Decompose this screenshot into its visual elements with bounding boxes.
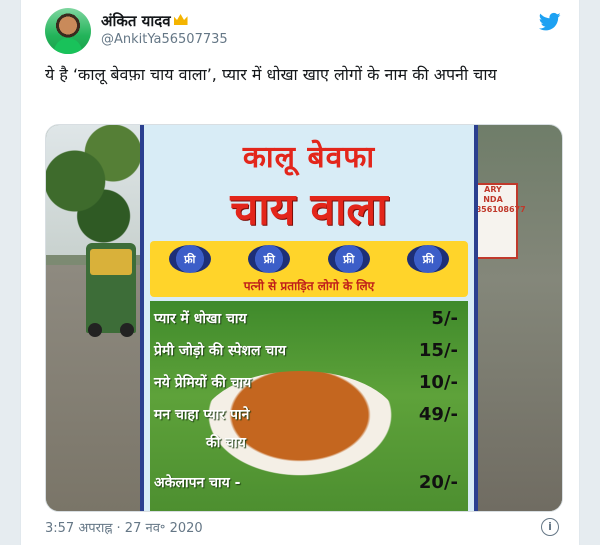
menu-item: प्रेमी जोड़ो की स्पेशल चाय 15/- bbox=[154, 339, 458, 361]
menu-item: मन चाहा प्यार पाने 49/- bbox=[154, 403, 458, 425]
photo-right-scene: ARY NDA 9856108677 bbox=[466, 125, 562, 511]
menu-item: अकेलापन चाय -20/- bbox=[154, 471, 458, 493]
banner-title-line2: चाय वाला bbox=[230, 184, 388, 235]
tweet-card: अंकित यादव @AnkitYa56507735 ये है ‘कालू … bbox=[20, 0, 580, 545]
tweet-header: अंकित यादव @AnkitYa56507735 bbox=[45, 8, 565, 54]
avatar[interactable] bbox=[45, 8, 91, 54]
menu-item: प्यार में धोखा चाय 5/- bbox=[154, 307, 458, 329]
crown-icon bbox=[173, 14, 188, 25]
menu-area: प्यार में धोखा चाय 5/- प्रेमी जोड़ो की स्… bbox=[150, 301, 468, 511]
author-handle[interactable]: @AnkitYa56507735 bbox=[101, 32, 228, 47]
banner-title-line1: कालू बेवफा bbox=[242, 140, 376, 175]
menu-item-continuation: की चाय bbox=[206, 435, 246, 451]
tweet-text: ये है ‘कालू बेवफ़ा चाय वाला’, प्यार में … bbox=[45, 65, 497, 84]
tweet-timestamp[interactable]: 3:57 अपराह्न · 27 नव॰ 2020 bbox=[45, 518, 203, 536]
free-badge: फ्री bbox=[407, 245, 450, 273]
free-badge: फ्री bbox=[168, 245, 211, 273]
tea-stall-banner: कालू बेवफा चाय वाला फ्री फ्री फ्री फ्री … bbox=[140, 125, 478, 511]
author-name[interactable]: अंकित यादव bbox=[101, 11, 188, 31]
menu-item: नये प्रेमियों की चाय 10/- bbox=[154, 371, 458, 393]
free-badge: फ्री bbox=[327, 245, 370, 273]
free-band: फ्री फ्री फ्री फ्री पत्नी से प्रताड़ित ल… bbox=[150, 241, 468, 297]
tweet-photo[interactable]: ARY NDA 9856108677 कालू बेवफा चाय वाला फ… bbox=[45, 124, 563, 512]
banner-subtitle: पत्नी से प्रताड़ित लोगो के लिए bbox=[243, 279, 375, 293]
auto-rickshaw bbox=[86, 243, 136, 337]
info-icon[interactable]: i bbox=[541, 518, 559, 536]
free-badge: फ्री bbox=[248, 245, 291, 273]
twitter-bird-icon[interactable] bbox=[539, 12, 561, 32]
